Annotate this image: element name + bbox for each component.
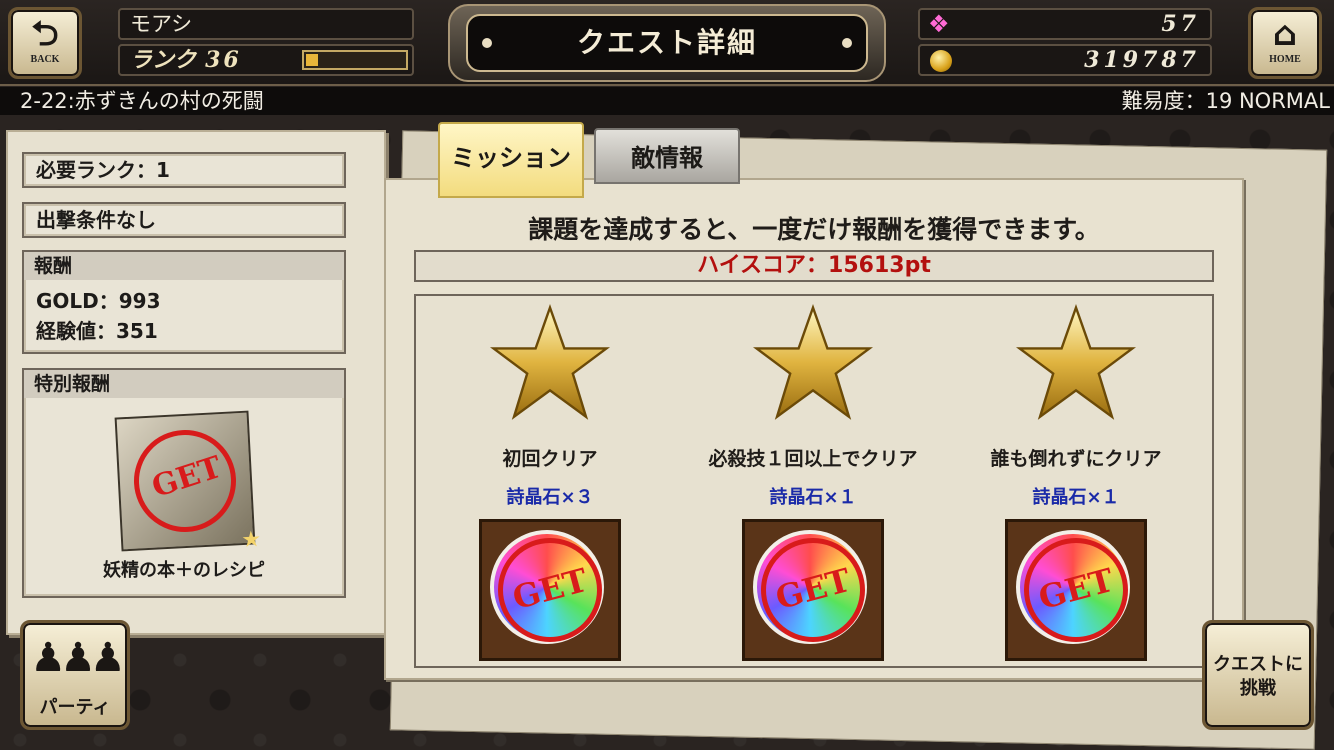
gold-counter: 319787 xyxy=(918,44,1212,76)
special-reward-name: 妖精の本＋のレシピ xyxy=(103,560,265,581)
mission-item: 誰も倒れずにクリア 詩晶石×１ GET xyxy=(946,303,1206,661)
party-icon: ♟♟♟ xyxy=(30,635,126,681)
party-button[interactable]: ♟♟♟ パーティ xyxy=(20,620,130,730)
mission-reward: 詩晶石×１ xyxy=(1032,487,1120,508)
player-name: モアシ xyxy=(118,8,414,40)
gem-icon: ❖ xyxy=(928,10,950,38)
rank-box: ランク 36 xyxy=(118,44,414,76)
tab-enemy-info[interactable]: 敵情報 xyxy=(594,128,740,184)
tab-mission[interactable]: ミッション xyxy=(438,122,584,198)
rank-progress-bar xyxy=(302,50,408,70)
rank-value: 36 xyxy=(205,47,242,73)
reward-exp: 経験値：351 xyxy=(36,319,158,343)
rank-progress-fill xyxy=(306,54,318,66)
gem-count: 57 xyxy=(1161,11,1200,37)
home-icon: ⌂ xyxy=(1272,14,1298,54)
reward-header: 報酬 xyxy=(24,252,344,280)
party-label: パーティ xyxy=(39,697,111,718)
back-label: BACK xyxy=(30,54,60,65)
back-arrow-icon: ⮌ xyxy=(31,14,59,54)
reward-stone-icon[interactable]: GET xyxy=(479,519,621,661)
star-icon xyxy=(490,303,610,420)
reward-stone-icon[interactable]: GET xyxy=(742,519,884,661)
recipe-item-icon[interactable]: GET ★ xyxy=(114,410,262,553)
high-score: ハイスコア：15613pt xyxy=(414,250,1214,282)
star-icon xyxy=(1016,303,1136,420)
reward-gold: GOLD：993 xyxy=(36,289,161,313)
quest-name: 2-22:赤ずきんの村の死闘 xyxy=(20,89,264,113)
mission-condition: 誰も倒れずにクリア xyxy=(990,448,1162,470)
home-label: HOME xyxy=(1269,54,1301,65)
mission-reward: 詩晶石×１ xyxy=(769,487,857,508)
reward-box: 報酬 GOLD：993 経験値：351 xyxy=(22,250,346,354)
gold-coin-icon xyxy=(930,50,952,72)
page-title: クエスト詳細 xyxy=(576,26,757,59)
home-button[interactable]: ⌂ HOME xyxy=(1248,7,1322,79)
mission-condition: 必殺技１回以上でクリア xyxy=(708,448,918,470)
mission-reward: 詩晶石×３ xyxy=(506,487,594,508)
special-reward-header: 特別報酬 xyxy=(24,370,344,398)
title-ornament-right xyxy=(842,38,852,48)
star-icon xyxy=(753,303,873,420)
back-button[interactable]: ⮌ BACK xyxy=(8,7,82,79)
mission-description: 課題を達成すると、一度だけ報酬を獲得できます。 xyxy=(528,215,1100,244)
reward-stone-icon[interactable]: GET xyxy=(1005,519,1147,661)
quest-info-bar: 2-22:赤ずきんの村の死闘 難易度：19 NORMAL xyxy=(0,87,1334,115)
difficulty-label: 難易度：19 NORMAL xyxy=(1121,89,1330,113)
page-title-frame: クエスト詳細 xyxy=(466,14,868,72)
sortie-condition: 出撃条件なし xyxy=(22,202,346,238)
start-quest-label-line1: クエストに xyxy=(1213,654,1303,675)
start-quest-button[interactable]: クエストに 挑戦 xyxy=(1202,620,1314,730)
mission-item: 初回クリア 詩晶石×３ GET xyxy=(420,303,680,661)
gold-count: 319787 xyxy=(1084,47,1200,73)
mission-condition: 初回クリア xyxy=(502,448,598,470)
rarity-star-icon: ★ xyxy=(240,527,262,554)
required-rank: 必要ランク：1 xyxy=(22,152,346,188)
start-quest-label-line2: 挑戦 xyxy=(1240,678,1276,699)
title-ornament-left xyxy=(482,38,492,48)
gem-counter: ❖ 57 xyxy=(918,8,1212,40)
rank-label: ランク xyxy=(130,47,197,73)
mission-item: 必殺技１回以上でクリア 詩晶石×１ GET xyxy=(683,303,943,661)
special-reward-box: 特別報酬 GET ★ 妖精の本＋のレシピ xyxy=(22,368,346,598)
